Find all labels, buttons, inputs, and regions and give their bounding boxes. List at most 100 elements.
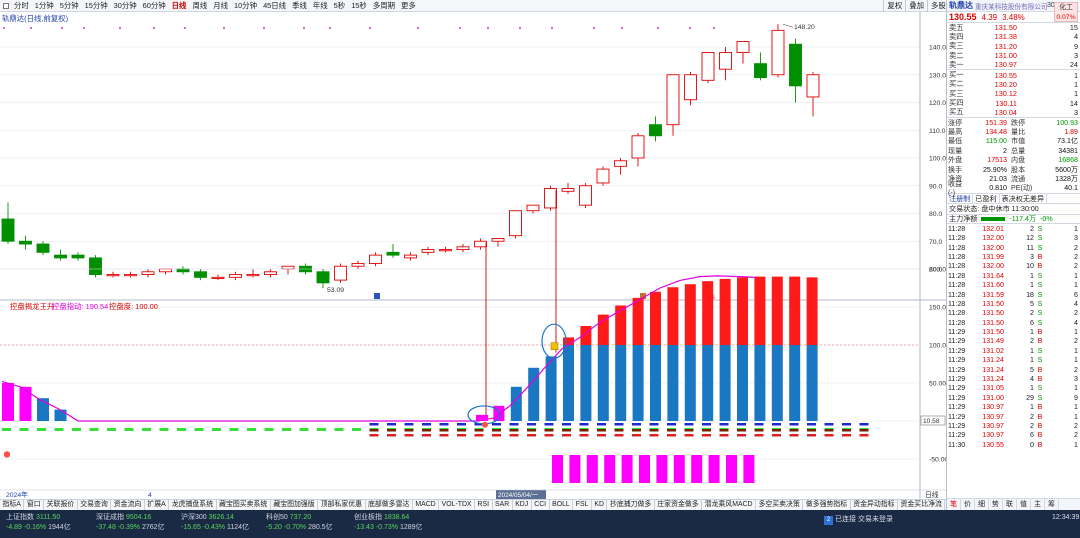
sector-badge[interactable]: 化工 0.07% [1054,2,1078,22]
period-tab[interactable]: 5分钟 [57,0,82,12]
connection-status[interactable]: 2 已连接 交易未登录 [824,514,893,525]
quote-tab[interactable]: 值 [1017,499,1031,510]
candle-body [141,271,155,275]
indicator-tab[interactable]: 潜龙乘风MACD [702,500,756,510]
indicator-tab[interactable]: 底部做多雷达 [366,500,413,510]
index-item[interactable]: 创业板指 1838.64 -13.43 -0.73% 1289亿 [354,513,423,533]
ask-row[interactable]: 卖五 131.50 15 [947,23,1080,32]
quote-tab[interactable]: 笔 [947,499,961,510]
signal-dash [579,429,589,432]
period-tab[interactable]: 季线 [289,0,310,12]
stock-tag[interactable]: 注册制 [947,193,974,204]
quote-tab[interactable]: 势 [989,499,1003,510]
period-tab[interactable]: 分时 [11,0,32,12]
indicator-tab[interactable]: 抄底捕刀做多 [607,500,655,510]
indicator-tab[interactable]: 指标A [0,500,25,510]
quote-tab[interactable]: 价 [961,499,975,510]
indicator-tab[interactable]: 做多强势指标 [803,500,851,510]
indicator-tab[interactable]: KD [592,500,608,510]
indicator-tab[interactable]: 扩展A [145,500,170,510]
signal-dash [632,434,641,437]
period-tab[interactable]: 日线 [169,0,190,12]
tick-time: 11:28 [948,299,966,308]
toolbar-button[interactable]: 复权 [883,0,905,12]
bid-row[interactable]: 买二 130.20 1 [947,79,1080,89]
toolbar-checkbox[interactable] [3,2,9,9]
ask-row[interactable]: 卖三 131.20 9 [947,41,1080,51]
indicator-tab[interactable]: MACD [413,500,440,510]
tick-list[interactable]: 11:28 132.01 2 S 1 11:28 132.00 12 S 3 11:28 132.00… [947,224,1080,449]
quote-tab[interactable]: 筹 [1045,499,1059,510]
indicator-tab[interactable]: SAR [493,500,513,510]
candle-body [264,271,277,275]
indicator-tab[interactable]: CCI [532,500,550,510]
signal-dash [264,428,274,431]
stat-row: 净资 21.03 流通 1328万 [947,174,1080,183]
indicator-tab[interactable]: 关联报价 [44,500,78,510]
tick-count: 1 [1074,224,1078,233]
period-tab[interactable]: 年线 [310,0,331,12]
signal-dash [474,429,484,432]
period-tab[interactable]: 45日线 [260,0,289,12]
tick-price: 130.97 [982,421,1004,430]
chart-area[interactable]: 140.0 130.0 120.0 110.0 100.0 90.0 80.0 70.0 60.… [0,12,946,500]
quote-tab[interactable]: 主 [1031,499,1045,510]
stock-tag[interactable]: 已盈利 [973,193,1000,204]
indicator-tab[interactable]: 窗口 [24,500,45,510]
period-tab[interactable]: 月线 [210,0,231,12]
quote-tab[interactable]: 联 [1003,499,1017,510]
tick-price: 131.50 [982,328,1004,337]
period-tab[interactable]: 多周期 [370,0,398,12]
period-tab[interactable]: 10分钟 [231,0,260,12]
signal-dot [621,27,623,29]
index-pct: -0.73% [375,524,398,531]
tick-count: 4 [1074,318,1078,327]
indicator-tab[interactable]: 资金买比净流 [898,500,946,510]
period-tab[interactable]: 1分钟 [32,0,57,12]
ask-row[interactable]: 卖二 131.00 3 [947,51,1080,60]
index-item[interactable]: 深证成指 9504.16 -37.48 -0.39% 2762亿 [96,513,165,533]
period-tab[interactable]: 更多 [398,0,419,12]
indicator-tab[interactable]: BOLL [550,500,574,510]
tick-count: 1 [1074,346,1078,355]
signal-dash [369,429,379,432]
tick-time: 11:28 [948,281,966,290]
bid-row[interactable]: 买五 130.04 3 [947,107,1080,117]
period-tab[interactable]: 5秒 [331,0,349,12]
period-tab[interactable]: 60分钟 [140,0,169,12]
toolbar-button[interactable]: 叠加 [905,0,927,12]
index-item[interactable]: 科创50 737.20 -5.20 -0.70% 280.5亿 [266,513,333,533]
indicator-tab[interactable]: 庄家资金做多 [655,500,703,510]
period-tab[interactable]: 周线 [189,0,210,12]
ask-row[interactable]: 卖一 130.97 24 [947,60,1080,69]
index-item[interactable]: 沪深300 3626.14 -15.65 -0.43% 1124亿 [181,513,249,533]
stock-tag[interactable]: 表决权无差异 [1000,193,1048,204]
index-amount: 2762亿 [141,524,165,531]
indicator-tab[interactable]: 交易查询 [78,500,112,510]
chart-svg[interactable]: 140.0130.0120.0110.0100.090.080.070.060.… [0,12,946,500]
quote-tab[interactable]: 细 [975,499,989,510]
tick-row: 11:28 131.59 18 S 6 [947,290,1080,299]
period-tab[interactable]: 30分钟 [111,0,140,12]
period-tab[interactable]: 15分钟 [82,0,111,12]
indicator-tab[interactable]: 多空买卖决策 [756,500,804,510]
bid-row[interactable]: 买一 130.55 1 [947,70,1080,79]
indicator-tab[interactable]: VOL-TDX [439,500,476,510]
indicator-tab[interactable]: FSL [573,500,592,510]
signal-dot [153,27,155,29]
index-item[interactable]: 上证指数 3111.50 -4.89 -0.16% 1944亿 [6,513,71,533]
bid-row[interactable]: 买三 130.12 1 [947,89,1080,98]
indicator-tab[interactable]: 龙虎捕盘系统 [169,500,217,510]
indicator-tab[interactable]: 资金流向 [111,500,145,510]
indicator-bar [19,386,32,421]
ask-row[interactable]: 卖四 131.38 4 [947,32,1080,41]
indicator-tab[interactable]: 资金异动指标 [851,500,899,510]
indicator-bar [789,345,801,421]
indicator-tab[interactable]: 藏宝图加强版 [271,500,319,510]
period-tab[interactable]: 15秒 [348,0,370,12]
indicator-tab[interactable]: 顶部私家优惠 [318,500,366,510]
indicator-tab[interactable]: 藏宝图买卖系统 [217,500,271,510]
bid-row[interactable]: 买四 130.11 14 [947,98,1080,107]
indicator-tab[interactable]: KDJ [513,500,532,510]
indicator-tab[interactable]: RSI [475,500,493,510]
